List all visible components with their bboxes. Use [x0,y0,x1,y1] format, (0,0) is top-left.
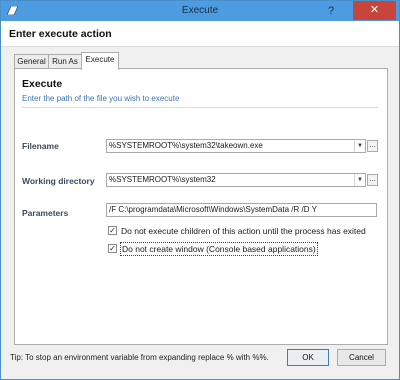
working-directory-browse-button[interactable]: ... [367,174,378,186]
working-directory-label: Working directory [22,176,95,186]
help-button[interactable]: ? [324,4,338,18]
title-bar[interactable]: Execute ? ✕ [1,1,399,21]
cancel-button[interactable]: Cancel [337,349,386,366]
ok-button[interactable]: OK [287,349,329,366]
tab-general[interactable]: General [14,54,49,69]
parameters-label: Parameters [22,208,69,218]
filename-dropdown-arrow-icon[interactable]: ▼ [354,140,365,152]
checkbox-row-no-window[interactable]: ✓ Do not create window (Console based ap… [108,242,338,256]
working-directory-combo[interactable]: %SYSTEMROOT%\system32 ▼ [106,173,366,187]
working-directory-dropdown-arrow-icon[interactable]: ▼ [354,174,365,186]
section-title: Execute [22,78,63,90]
working-directory-value: %SYSTEMROOT%\system32 [109,175,216,184]
filename-browse-button[interactable]: ... [367,140,378,152]
execute-tab-panel: Execute Enter the path of the file you w… [14,68,388,345]
window-title: Execute [181,5,219,16]
dialog-heading: Enter execute action [9,28,112,40]
close-button[interactable]: ✕ [353,1,396,20]
wait-for-exit-label: Do not execute children of this action u… [121,226,366,236]
dialog-body: Enter execute action General Run As Exec… [1,21,399,379]
no-window-label: Do not create window (Console based appl… [120,242,318,256]
filename-label: Filename [22,141,59,151]
tab-execute[interactable]: Execute [81,52,119,70]
wait-for-exit-checkbox[interactable]: ✓ [108,226,117,235]
parameters-input[interactable]: /F C:\programdata\Microsoft\Windows\Syst… [106,203,377,217]
checkbox-row-wait-for-exit[interactable]: ✓ Do not execute children of this action… [108,225,378,237]
filename-value: %SYSTEMROOT%\system32\takeown.exe [109,141,263,150]
execute-dialog-window: Execute ? ✕ Enter execute action General… [0,0,400,380]
dialog-header: Enter execute action [1,21,399,47]
tip-text: Tip: To stop an environment variable fro… [10,353,269,362]
filename-combo[interactable]: %SYSTEMROOT%\system32\takeown.exe ▼ [106,139,366,153]
section-description: Enter the path of the file you wish to e… [22,94,180,103]
tab-run-as[interactable]: Run As [48,54,82,69]
no-window-checkbox[interactable]: ✓ [108,244,117,253]
section-divider [22,107,378,108]
